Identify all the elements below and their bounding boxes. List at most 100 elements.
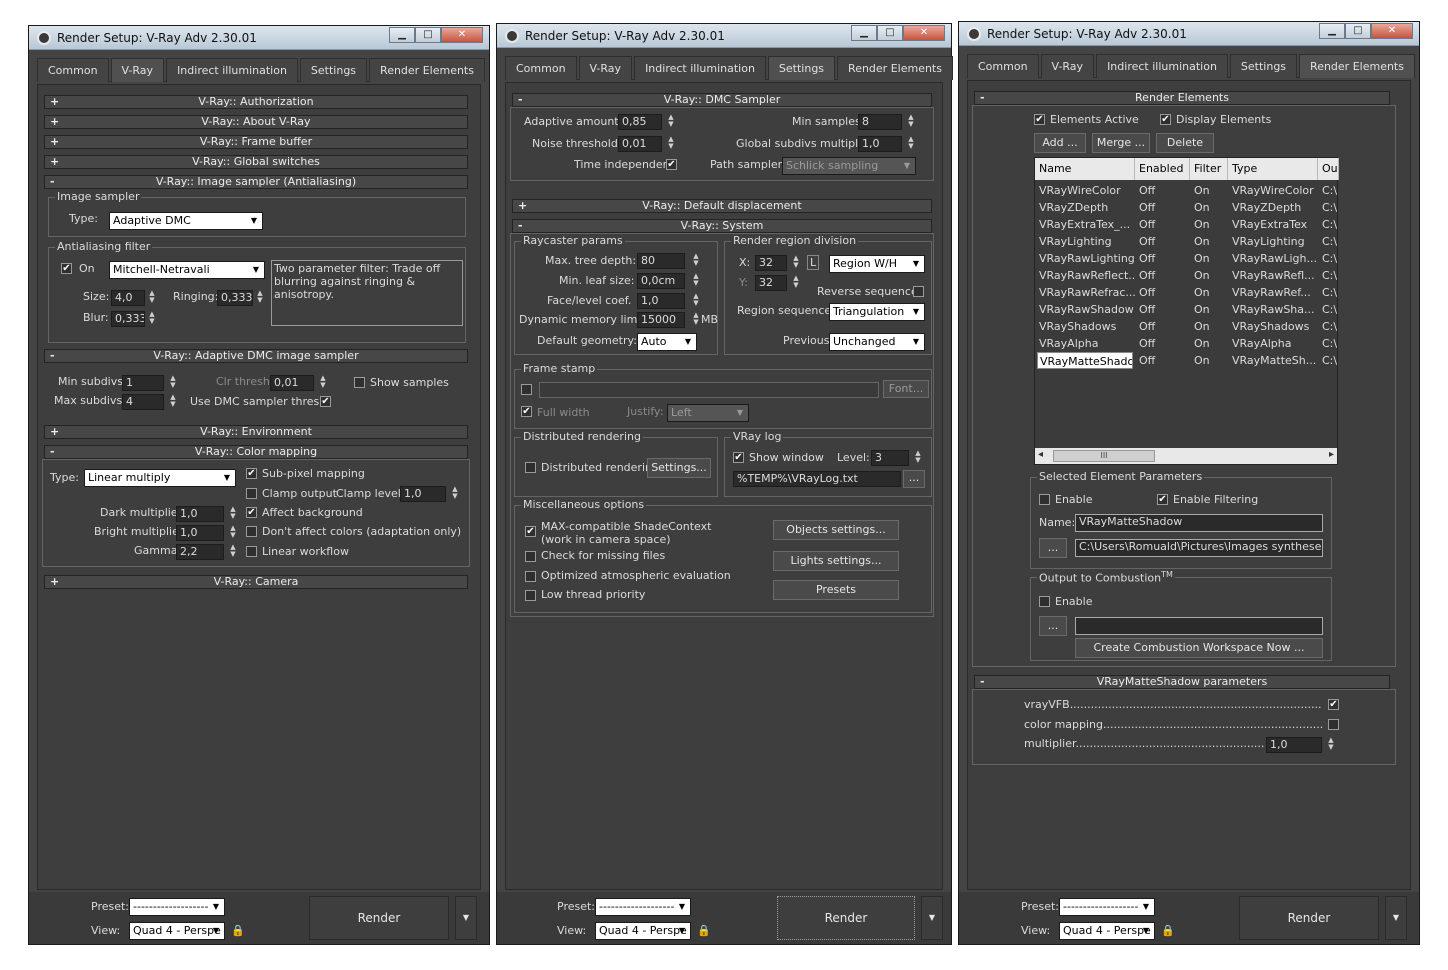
render-setup-window-vray: Render Setup: V-Ray Adv 2.30.01 ▁ □ ✕ Co… [28, 25, 490, 945]
close-button[interactable]: ✕ [441, 27, 483, 43]
tab-indirect-illumination[interactable]: Indirect illumination [166, 58, 298, 82]
tab-common[interactable]: Common [967, 54, 1039, 78]
rollout-title: V-Ray:: Global switches [192, 155, 320, 168]
rollout-title: V-Ray:: Frame buffer [199, 135, 313, 148]
clr-thresh-spinner[interactable]: 0,01 [270, 375, 314, 391]
spinner-arrows-icon[interactable]: ▲ ▼ [168, 375, 178, 391]
rollout-camera[interactable]: + V-Ray:: Camera [44, 575, 468, 589]
title-bar[interactable]: Render Setup: V-Ray Adv 2.30.01 ▁ □ ✕ [497, 24, 951, 48]
preset-dropdown[interactable]: ------------------- ▼ [1059, 898, 1155, 916]
tab-vray[interactable]: V-Ray [578, 56, 633, 80]
rollout-adaptive-dmc[interactable]: - V-Ray:: Adaptive DMC image sampler [44, 349, 468, 363]
render-dropdown-arrow[interactable]: ▼ [455, 896, 477, 940]
lock-icon[interactable]: 🔒 [1161, 924, 1175, 937]
maximize-button[interactable]: □ [1345, 23, 1371, 39]
rollout-title: V-Ray:: System [680, 219, 764, 232]
dropdown-value: Mitchell-Netravali [113, 263, 210, 276]
minimize-button[interactable]: ▁ [1319, 23, 1345, 39]
view-dropdown[interactable]: Quad 4 - Perspe ▼ [129, 922, 225, 940]
rollout-image-sampler[interactable]: - V-Ray:: Image sampler (Antialiasing) [44, 175, 468, 189]
minimize-button[interactable]: ▁ [851, 25, 877, 41]
maximize-button[interactable]: □ [877, 25, 903, 41]
on-label: On [79, 262, 95, 275]
use-dmc-label: Use DMC sampler thresh. [190, 395, 330, 408]
dropdown-value: Quad 4 - Perspe [1063, 924, 1151, 937]
use-dmc-checkbox[interactable]: ✔ [320, 396, 331, 407]
tab-vray[interactable]: V-Ray [110, 58, 165, 82]
matte-params-frame [972, 689, 1396, 765]
tab-settings[interactable]: Settings [767, 56, 836, 80]
max-subdivs-spinner[interactable]: 4 [122, 394, 164, 410]
tab-settings[interactable]: Settings [1229, 54, 1298, 78]
blur-label: Blur: [83, 311, 109, 324]
render-setup-window-settings: Render Setup: V-Ray Adv 2.30.01 ▁ □ ✕ Co… [496, 23, 953, 945]
tab-common[interactable]: Common [37, 58, 109, 82]
min-subdivs-spinner[interactable]: 1 [122, 375, 164, 391]
spinner-arrows-icon[interactable]: ▲ ▼ [147, 290, 157, 306]
render-button[interactable]: Render [309, 896, 449, 940]
tab-settings[interactable]: Settings [299, 58, 368, 82]
rollout-system[interactable]: - V-Ray:: System [512, 219, 932, 233]
preset-dropdown[interactable]: ------------------- ▼ [595, 898, 691, 916]
rollout-about-vray[interactable]: + V-Ray:: About V-Ray [44, 115, 468, 129]
window-title: Render Setup: V-Ray Adv 2.30.01 [57, 31, 257, 45]
rollout-environment[interactable]: + V-Ray:: Environment [44, 425, 468, 439]
rollout-global-switches[interactable]: + V-Ray:: Global switches [44, 155, 468, 169]
preset-label: Preset: [91, 900, 130, 913]
spinner-arrows-icon[interactable]: ▲ ▼ [168, 394, 178, 410]
rollout-color-mapping[interactable]: - V-Ray:: Color mapping [44, 445, 468, 459]
rollout-render-elements[interactable]: - Render Elements [974, 91, 1390, 105]
tab-vray[interactable]: V-Ray [1040, 54, 1095, 78]
aa-filter-on-checkbox[interactable]: ✔ [61, 263, 72, 274]
image-sampler-type-dropdown[interactable]: Adaptive DMC ▼ [109, 212, 263, 230]
render-button[interactable]: Render [777, 896, 915, 940]
title-bar[interactable]: Render Setup: V-Ray Adv 2.30.01 ▁ □ ✕ [959, 22, 1419, 46]
tab-render-elements[interactable]: Render Elements [369, 58, 485, 82]
filter-description: Two parameter filter: Trade off blurring… [271, 260, 463, 326]
rollout-authorization[interactable]: + V-Ray:: Authorization [44, 95, 468, 109]
render-button[interactable]: Render [1239, 896, 1379, 940]
footer: Preset: ------------------- ▼ View: Quad … [29, 892, 489, 944]
view-dropdown[interactable]: Quad 4 - Perspe ▼ [1059, 922, 1155, 940]
render-dropdown-arrow[interactable]: ▼ [1385, 896, 1407, 940]
chevron-down-icon: ▼ [1142, 926, 1150, 935]
max-app-icon [37, 31, 51, 45]
aa-filter-type-dropdown[interactable]: Mitchell-Netravali ▼ [109, 261, 265, 279]
rollout-frame-buffer[interactable]: + V-Ray:: Frame buffer [44, 135, 468, 149]
tab-render-elements[interactable]: Render Elements [837, 56, 953, 80]
preset-dropdown[interactable]: ------------------- ▼ [129, 898, 225, 916]
show-samples-checkbox[interactable] [354, 377, 365, 388]
blur-spinner[interactable]: 0,333 [111, 311, 145, 327]
dmc-sampler-frame [510, 107, 934, 181]
system-frame [510, 233, 934, 617]
lock-icon[interactable]: 🔒 [231, 924, 245, 937]
dropdown-value: ------------------- [133, 900, 209, 913]
chevron-down-icon: ▼ [1142, 902, 1150, 911]
ringing-spinner[interactable]: 0,333 [217, 290, 253, 306]
render-elements-frame [972, 105, 1396, 667]
size-spinner[interactable]: 4,0 [111, 290, 145, 306]
close-button[interactable]: ✕ [1371, 23, 1413, 39]
tab-indirect-illumination[interactable]: Indirect illumination [634, 56, 766, 80]
lock-icon[interactable]: 🔒 [697, 924, 711, 937]
rollout-dmc-sampler[interactable]: - V-Ray:: DMC Sampler [512, 93, 932, 107]
tab-indirect-illumination[interactable]: Indirect illumination [1096, 54, 1228, 78]
render-dropdown-arrow[interactable]: ▼ [921, 896, 943, 940]
close-button[interactable]: ✕ [903, 25, 945, 41]
view-dropdown[interactable]: Quad 4 - Perspe ▼ [595, 922, 691, 940]
rollout-default-displacement[interactable]: + V-Ray:: Default displacement [512, 199, 932, 213]
window-title: Render Setup: V-Ray Adv 2.30.01 [525, 29, 725, 43]
rollout-title: V-Ray:: Camera [213, 575, 299, 588]
maximize-button[interactable]: □ [415, 27, 441, 43]
group-label: Antialiasing filter [55, 240, 153, 253]
rollout-matte-shadow-params[interactable]: - VRayMatteShadow parameters [974, 675, 1390, 689]
minimize-button[interactable]: ▁ [389, 27, 415, 43]
dropdown-value: Adaptive DMC [113, 214, 191, 227]
spinner-arrows-icon[interactable]: ▲ ▼ [318, 375, 328, 391]
spinner-arrows-icon[interactable]: ▲ ▼ [147, 311, 157, 327]
tab-render-elements[interactable]: Render Elements [1299, 54, 1415, 78]
chevron-down-icon: ▼ [212, 926, 220, 935]
spinner-arrows-icon[interactable]: ▲ ▼ [255, 290, 265, 306]
title-bar[interactable]: Render Setup: V-Ray Adv 2.30.01 ▁ □ ✕ [29, 26, 489, 50]
tab-common[interactable]: Common [505, 56, 577, 80]
